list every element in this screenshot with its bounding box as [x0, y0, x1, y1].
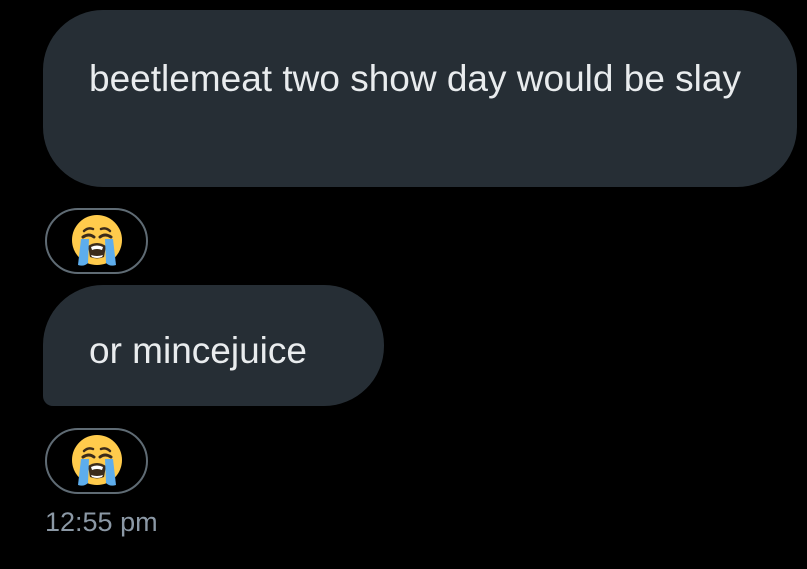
- loudly-crying-face-icon: [71, 215, 122, 266]
- message-timestamp: 12:55 pm: [45, 507, 158, 537]
- reaction-badge[interactable]: [45, 428, 148, 494]
- message-bubble[interactable]: or mincejuice: [43, 285, 384, 406]
- message-text: or mincejuice: [89, 330, 307, 371]
- loudly-crying-face-icon: [71, 435, 122, 486]
- reaction-badge[interactable]: [45, 208, 148, 274]
- message-bubble[interactable]: beetlemeat two show day would be slay: [43, 10, 797, 187]
- message-text: beetlemeat two show day would be slay: [89, 58, 741, 99]
